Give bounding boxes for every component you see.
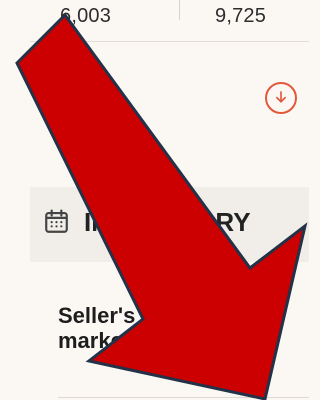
stats-row: 6,003 9,725 xyxy=(0,0,309,42)
market-status-text: Seller's market xyxy=(58,303,136,353)
bottom-divider xyxy=(58,397,309,398)
download-icon xyxy=(276,91,286,103)
stat-right-value: 9,725 xyxy=(215,5,267,27)
stats-divider-rule xyxy=(30,41,309,42)
stat-divider xyxy=(179,0,180,20)
stat-left-value: 6,003 xyxy=(60,5,112,27)
calendar-icon xyxy=(45,209,68,233)
summary-section-title: IN SUMMARY xyxy=(84,207,251,237)
download-button[interactable] xyxy=(265,82,297,114)
summary-section-header: IN SUMMARY xyxy=(30,187,309,262)
